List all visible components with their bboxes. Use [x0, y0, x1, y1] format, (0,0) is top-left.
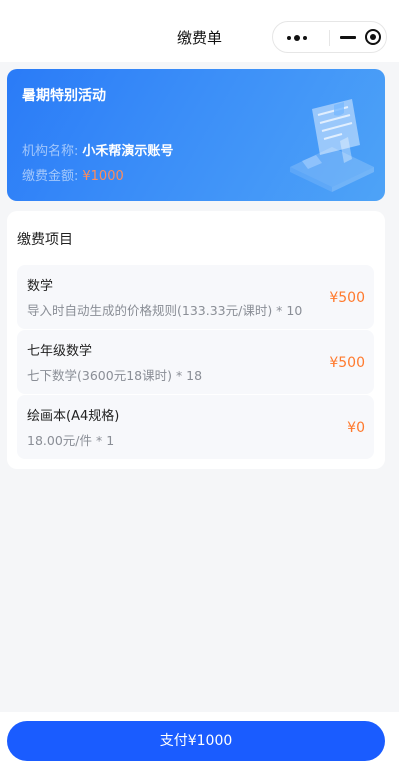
fee-items-title: 缴费项目 [17, 232, 73, 248]
fee-item-name: 数学 [27, 279, 54, 294]
fee-item-desc: 七下数学(3600元18课时) * 18 [27, 368, 203, 383]
activity-banner: 暑期特别活动 机构名称: 小禾帮演示账号 缴费金额: ¥1000 [7, 69, 385, 201]
mini-program-capsule [272, 21, 387, 53]
fee-item-price: ¥0 [347, 420, 365, 436]
fee-item: 七年级数学 七下数学(3600元18课时) * 18 ¥500 [17, 330, 374, 394]
fee-item-price: ¥500 [329, 355, 365, 371]
fee-items-card: 缴费项目 数学 导入时自动生成的价格规则(133.33元/课时) * 10 ¥5… [7, 211, 385, 469]
more-button[interactable] [273, 22, 329, 52]
target-circle-icon[interactable] [364, 28, 382, 46]
fee-item: 绘画本(A4规格) 18.00元/件 * 1 ¥0 [17, 395, 374, 459]
org-row: 机构名称: 小禾帮演示账号 [22, 143, 173, 161]
fee-item: 数学 导入时自动生成的价格规则(133.33元/课时) * 10 ¥500 [17, 265, 374, 329]
fee-item-desc: 18.00元/件 * 1 [27, 433, 115, 448]
bill-document-illustration [290, 99, 374, 192]
org-label: 机构名称: [22, 144, 79, 159]
fee-item-name: 七年级数学 [27, 344, 93, 359]
fee-item-desc: 导入时自动生成的价格规则(133.33元/课时) * 10 [27, 303, 303, 318]
capsule-right-group [330, 22, 386, 52]
pay-button[interactable]: 支付¥1000 [7, 721, 385, 761]
navbar: 缴费单 [0, 0, 399, 62]
org-value: 小禾帮演示账号 [82, 144, 174, 159]
fee-item-price: ¥500 [329, 290, 365, 306]
amount-value: ¥1000 [82, 169, 124, 184]
activity-title: 暑期特别活动 [22, 88, 106, 104]
fee-item-name: 绘画本(A4规格) [27, 409, 120, 424]
minimize-icon[interactable] [340, 36, 356, 39]
amount-row: 缴费金额: ¥1000 [22, 168, 124, 186]
amount-label: 缴费金额: [22, 169, 79, 184]
